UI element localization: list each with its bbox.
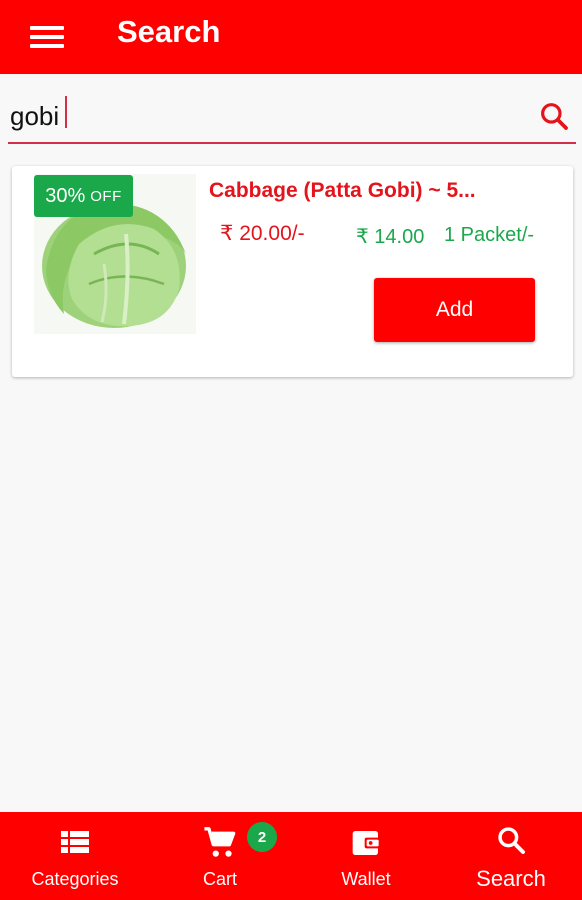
nav-categories-label: Categories [31, 869, 119, 889]
mrp-price: ₹ 20.00/- [220, 222, 305, 245]
nav-cart-label: Cart [202, 869, 237, 889]
nav-categories[interactable]: Categories [20, 812, 130, 900]
search-nav-icon [498, 827, 525, 854]
discount-badge: 30% OFF [34, 175, 133, 217]
app-bar: Search [0, 0, 582, 74]
text-cursor [65, 96, 67, 128]
nav-search-label: Search [476, 866, 546, 891]
product-name[interactable]: Cabbage (Patta Gobi) ~ 5... [209, 179, 554, 203]
nav-cart[interactable]: Cart [180, 812, 260, 900]
search-bar [8, 90, 576, 144]
wallet-icon [352, 831, 381, 855]
nav-search[interactable]: Search [466, 812, 556, 900]
nav-wallet-label: Wallet [341, 869, 391, 889]
product-card[interactable]: 30% OFF Cabbage (Patta Gobi) ~ 5... ₹ 20… [12, 166, 573, 377]
hamburger-menu-icon[interactable] [30, 25, 64, 49]
unit-label: 1 Packet/- [444, 224, 535, 246]
search-input[interactable] [8, 96, 534, 136]
categories-icon [61, 831, 89, 853]
add-to-cart-button[interactable]: Add [374, 278, 535, 342]
search-icon[interactable] [534, 96, 574, 136]
discount-off-label: OFF [90, 187, 122, 205]
nav-wallet[interactable]: Wallet [326, 812, 406, 900]
page-title: Search [117, 14, 221, 49]
bottom-navigation: Categories Cart Wallet Search [0, 812, 582, 900]
sale-price: ₹ 14.00 [356, 226, 425, 248]
cart-icon [204, 827, 236, 857]
cart-count-badge: 2 [247, 822, 277, 852]
discount-percent: 30% [45, 184, 86, 207]
